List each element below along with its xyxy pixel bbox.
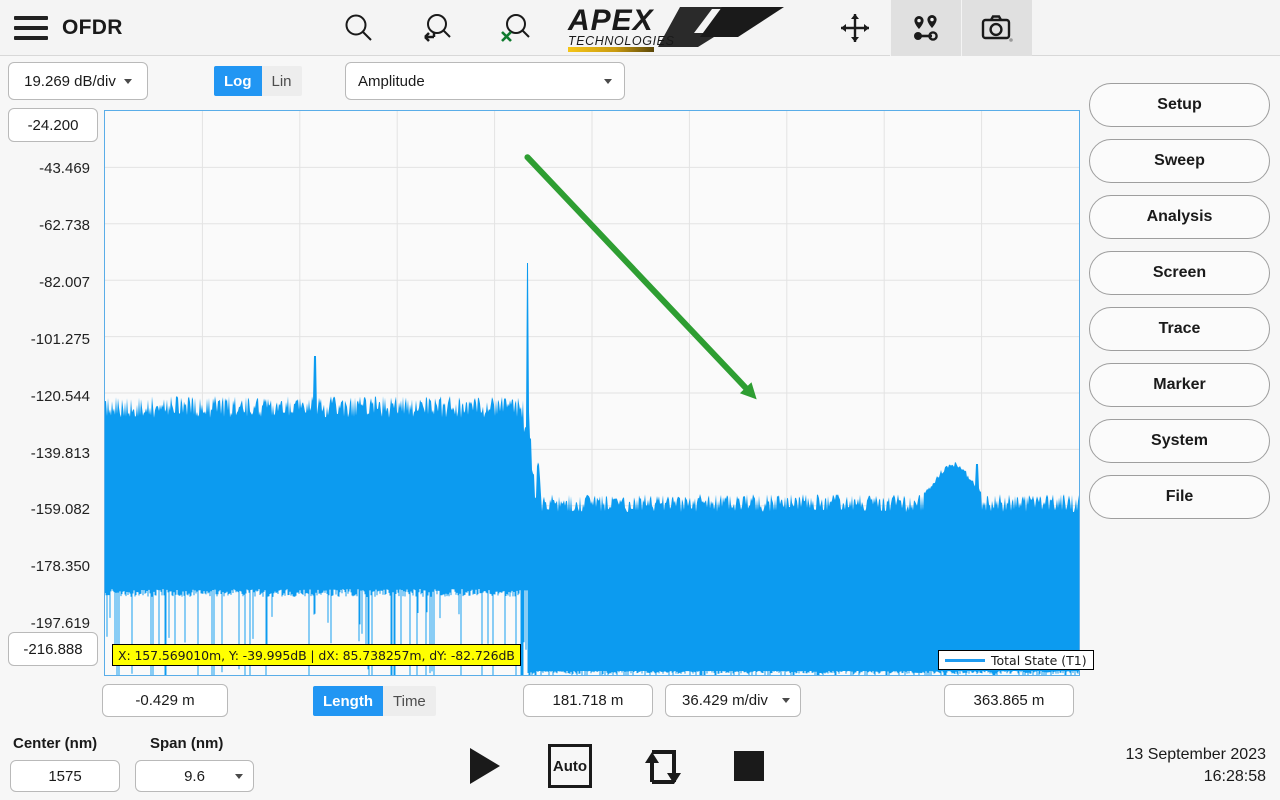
sidebar-item-marker[interactable]: Marker xyxy=(1089,363,1270,407)
y-axis-tick: -159.082 xyxy=(30,501,90,519)
trace-legend: Total State (T1) xyxy=(938,650,1094,670)
y-axis-tick: -197.619 xyxy=(30,615,90,633)
marker-readout-badge: X: 157.569010m, Y: -39.995dB | dX: 85.73… xyxy=(112,644,521,666)
legend-line-swatch xyxy=(945,658,985,662)
play-single-sweep-icon[interactable] xyxy=(470,748,500,784)
toggle-log[interactable]: Log xyxy=(214,66,262,96)
sweep-transport-controls: Auto xyxy=(470,742,764,790)
sidebar-item-system[interactable]: System xyxy=(1089,419,1270,463)
sidebar-item-label: Marker xyxy=(1153,376,1206,393)
sidebar-item-sweep[interactable]: Sweep xyxy=(1089,139,1270,183)
measurement-mode-dropdown[interactable]: Amplitude xyxy=(345,62,625,100)
main-menu-sidebar: Setup Sweep Analysis Screen Trace Marker Syste… xyxy=(1089,83,1270,531)
y-axis-tick: -43.469 xyxy=(39,160,90,177)
repeat-sweep-icon[interactable] xyxy=(640,744,686,788)
y-axis-tick: -82.007 xyxy=(39,273,90,291)
sidebar-item-file[interactable]: File xyxy=(1089,475,1270,519)
chevron-down-icon-2 xyxy=(604,78,612,84)
y-axis-tick: -62.738 xyxy=(39,216,90,234)
x-axis-start-field[interactable]: -0.429 m xyxy=(102,684,228,717)
sidebar-item-trace[interactable]: Trace xyxy=(1089,307,1270,351)
auto-button[interactable]: Auto xyxy=(548,744,592,788)
span-wavelength-value: 9.6 xyxy=(184,767,205,785)
toggle-time[interactable]: Time xyxy=(383,686,436,716)
time-text: 16:28:58 xyxy=(1203,768,1266,785)
center-wavelength-value: 1575 xyxy=(48,767,82,785)
center-wavelength-input[interactable]: 1575 xyxy=(10,760,120,792)
y-axis-tick: -101.275 xyxy=(30,330,90,348)
x-axis-center-field[interactable]: 181.718 m xyxy=(523,684,653,717)
sidebar-item-setup[interactable]: Setup xyxy=(1089,83,1270,127)
x-axis-stop-value: 363.865 m xyxy=(973,692,1045,709)
sidebar-item-label: Analysis xyxy=(1146,208,1213,225)
svg-text:APEX: APEX xyxy=(567,4,655,37)
y-axis-top-text: -24.200 xyxy=(27,116,79,134)
x-axis-start-value: -0.429 m xyxy=(135,692,195,709)
ofdr-application-window: OFDR APEX TECHNOLOGIES 19.269 dB/div Log… xyxy=(0,0,1280,800)
camera-screenshot-icon[interactable] xyxy=(962,0,1032,56)
x-axis-stop-field[interactable]: 363.865 m xyxy=(944,684,1074,717)
date-text: 13 September 2023 xyxy=(1125,746,1266,763)
measurement-mode-value: Amplitude xyxy=(358,72,425,90)
y-axis-bottom-value[interactable]: -216.888 xyxy=(8,632,98,666)
magnifier-zoom-icon[interactable] xyxy=(336,5,382,51)
center-wavelength-label: Center (nm) xyxy=(13,735,98,752)
x-axis-scale-value: 36.429 m/div xyxy=(682,692,768,709)
length-time-toggle[interactable]: Length Time xyxy=(313,686,436,716)
sidebar-item-screen[interactable]: Screen xyxy=(1089,251,1270,295)
svg-text:TECHNOLOGIES: TECHNOLOGIES xyxy=(568,34,675,48)
top-toolbar: OFDR APEX TECHNOLOGIES xyxy=(0,0,1280,56)
vertical-scale-controls: 19.269 dB/div Log Lin Amplitude xyxy=(0,62,1080,100)
y-axis-bottom-text: -216.888 xyxy=(23,640,83,658)
trace-plot-svg xyxy=(105,111,1079,675)
log-lin-toggle[interactable]: Log Lin xyxy=(214,66,302,96)
chevron-down-icon-3 xyxy=(782,698,790,703)
toggle-length[interactable]: Length xyxy=(313,686,383,716)
sidebar-item-label: Trace xyxy=(1158,320,1201,337)
x-axis-scale-dropdown[interactable]: 36.429 m/div xyxy=(665,684,801,717)
zoom-tool-group xyxy=(336,0,538,56)
sidebar-item-analysis[interactable]: Analysis xyxy=(1089,195,1270,239)
view-tool-group xyxy=(820,0,1032,56)
datetime-display: 13 September 2023 16:28:58 xyxy=(1125,744,1266,788)
chevron-down-icon xyxy=(123,78,132,84)
markers-pins-icon[interactable] xyxy=(891,0,961,56)
legend-label: Total State (T1) xyxy=(991,652,1087,668)
magnifier-undo-icon[interactable] xyxy=(414,5,460,51)
sidebar-item-label: Setup xyxy=(1157,96,1202,113)
db-per-div-value: 19.269 dB/div xyxy=(24,72,116,90)
sidebar-item-label: Sweep xyxy=(1154,152,1205,169)
move-crosshair-icon[interactable] xyxy=(820,0,890,56)
span-wavelength-label: Span (nm) xyxy=(150,735,224,752)
y-axis-tick: -120.544 xyxy=(30,387,90,405)
span-wavelength-dropdown[interactable]: 9.6 xyxy=(135,760,254,792)
app-title: OFDR xyxy=(62,15,123,39)
db-per-div-dropdown[interactable]: 19.269 dB/div xyxy=(8,62,148,100)
annotation-arrow xyxy=(524,154,757,400)
stop-square-icon[interactable] xyxy=(734,751,764,781)
toggle-lin[interactable]: Lin xyxy=(262,66,302,96)
x-axis-center-value: 181.718 m xyxy=(552,692,624,709)
sidebar-item-label: File xyxy=(1165,488,1194,505)
y-axis-tick: -139.813 xyxy=(30,444,90,462)
hamburger-menu-icon[interactable] xyxy=(14,15,48,40)
plot-canvas[interactable] xyxy=(104,110,1080,676)
magnifier-clear-icon[interactable] xyxy=(492,5,538,51)
apex-technologies-logo: APEX TECHNOLOGIES xyxy=(562,3,792,53)
y-axis-tick: -178.350 xyxy=(30,558,90,576)
y-axis-top-value[interactable]: -24.200 xyxy=(8,108,98,142)
chevron-down-icon-4 xyxy=(235,773,243,779)
sidebar-item-label: System xyxy=(1151,432,1208,449)
sidebar-item-label: Screen xyxy=(1152,264,1207,281)
